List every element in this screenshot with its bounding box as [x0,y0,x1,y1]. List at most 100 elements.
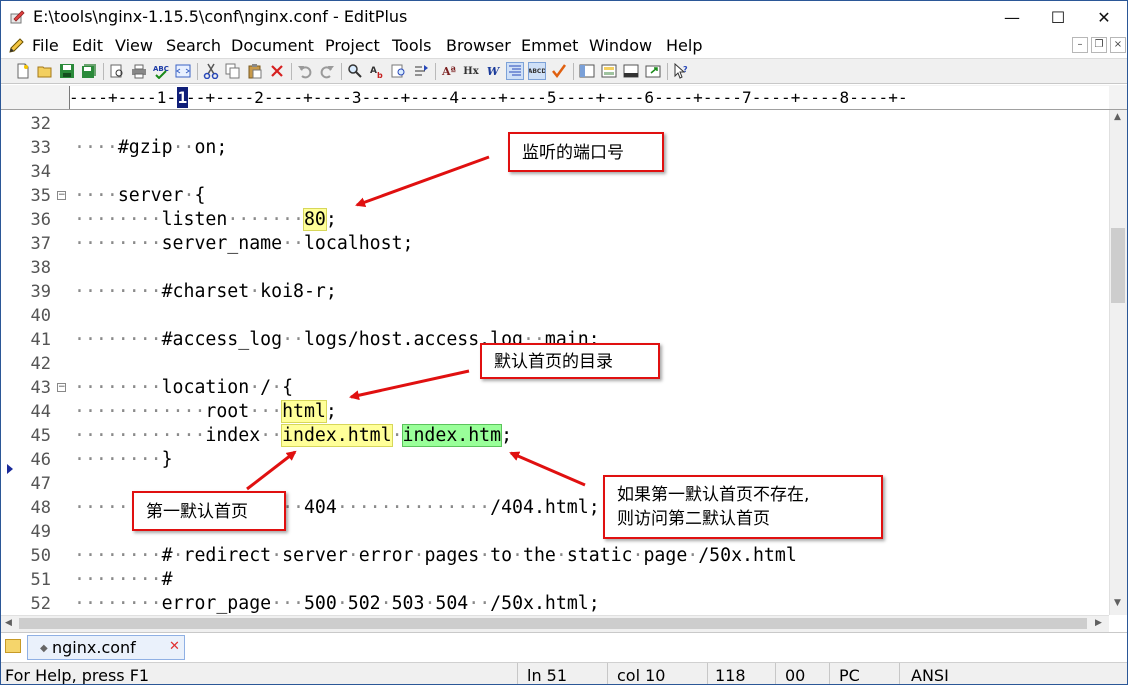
toolbar-separator [435,63,436,80]
cut-icon[interactable] [203,63,219,79]
delete-icon[interactable] [269,63,285,79]
menu-search[interactable]: Search [166,36,221,55]
code-line[interactable]: 43− ········location·/·{ [1,376,1109,400]
folder-icon[interactable] [5,639,21,653]
paste-icon[interactable] [247,63,263,79]
horizontal-scroll-thumb[interactable] [19,618,1087,629]
vertical-scroll-thumb[interactable] [1111,228,1125,303]
new-file-icon[interactable] [15,63,31,79]
fold-toggle-icon[interactable]: − [57,191,66,200]
font-icon[interactable]: Aª [441,63,457,79]
whitespace-marker: · [249,377,261,398]
ruler-toggle-icon[interactable]: ABCD [528,62,546,80]
code-token: koi8-r; [260,281,337,302]
code-line[interactable]: 36 ········listen·······80; [1,208,1109,232]
hex-viewer-icon[interactable]: Hx [463,63,479,79]
print-preview-icon[interactable] [109,63,125,79]
find-icon[interactable] [347,63,363,79]
whitespace-marker: · [271,377,283,398]
whitespace-marker: ········ [74,593,162,614]
fold-toggle-icon[interactable]: − [57,383,66,392]
line-number: 32 [30,114,51,134]
directory-window-icon[interactable] [601,63,617,79]
mdi-restore-icon[interactable]: ❐ [1091,37,1107,53]
code-token: page [643,545,688,566]
menu-emmet[interactable]: Emmet [521,36,578,55]
whitespace-marker: · [271,545,283,566]
save-icon[interactable] [59,63,75,79]
code-line[interactable]: 40 [1,304,1109,328]
tab-nginx-conf[interactable]: ◆ nginx.conf ✕ [27,635,185,660]
print-icon[interactable] [131,63,147,79]
line-number-icon[interactable] [506,62,524,80]
line-number: 47 [30,474,51,494]
menu-tools[interactable]: Tools [392,36,431,55]
tab-close-icon[interactable]: ✕ [169,639,180,654]
line-code: ····server·{ [74,184,205,208]
maximize-button[interactable]: ☐ [1035,1,1081,33]
check-icon[interactable] [551,63,567,79]
toolbar-separator [341,63,342,80]
whitespace-marker: ·· [260,425,283,446]
menu-file[interactable]: File [32,36,59,55]
fullscreen-icon[interactable] [645,63,661,79]
line-code: ········location·/·{ [74,376,293,400]
menu-browser[interactable]: Browser [446,36,511,55]
find-in-files-icon[interactable] [391,63,407,79]
close-button[interactable]: ✕ [1081,1,1127,33]
menu-window[interactable]: Window [589,36,652,55]
svg-text:?: ? [683,65,688,74]
code-token: 504 [435,593,469,614]
editplus-app-icon [10,10,25,24]
code-token: # [161,545,173,566]
code-token: redirect [183,545,272,566]
replace-icon[interactable]: Ab [369,63,385,79]
menu-view[interactable]: View [115,36,153,55]
mdi-close-icon[interactable]: × [1110,37,1126,53]
scroll-left-icon[interactable]: ◀ [5,618,12,628]
code-token: ; [325,209,337,230]
goto-line-icon[interactable] [413,63,429,79]
code-line[interactable]: 45 ············index··index.html·index.ht… [1,424,1109,448]
whitespace-marker: · [249,281,261,302]
file-diamond-icon: ◆ [40,643,48,654]
cliptext-window-icon[interactable] [579,63,595,79]
spell-check-icon[interactable]: ABC [153,63,169,79]
code-line[interactable]: 44 ············root···html; [1,400,1109,424]
context-help-icon[interactable]: ? [673,63,689,79]
redo-icon[interactable] [319,63,335,79]
code-line[interactable]: 39 ········#charset·koi8-r; [1,280,1109,304]
callout-second-index-line2: 则访问第二默认首页 [617,509,770,529]
open-file-icon[interactable] [37,63,53,79]
code-line[interactable]: 37 ········server_name··localhost; [1,232,1109,256]
menu-document[interactable]: Document [231,36,314,55]
browser-view-icon[interactable] [175,63,191,79]
menu-edit[interactable]: Edit [72,36,103,55]
save-all-icon[interactable] [81,63,97,79]
mdi-minimize-icon[interactable]: – [1072,37,1088,53]
title-bar[interactable]: E:\tools\nginx-1.15.5\conf\nginx.conf - … [1,1,1127,33]
status-separator [607,663,608,684]
menu-help[interactable]: Help [666,36,702,55]
code-line[interactable]: 50 ········#·redirect·server·error·pages·… [1,544,1109,568]
code-line[interactable]: 38 [1,256,1109,280]
minimize-button[interactable]: — [989,1,1035,33]
callout-second-index: 如果第一默认首页不存在, 则访问第二默认首页 [603,475,883,539]
status-bar: For Help, press F1 ln 51 col 10 118 00 P… [1,662,1127,684]
code-token: to [490,545,513,566]
vertical-scrollbar[interactable]: ▲ ▼ [1109,110,1127,615]
line-number: 51 [30,570,51,590]
whitespace-marker: ········ [74,449,162,470]
scroll-down-icon[interactable]: ▼ [1114,598,1121,608]
copy-icon[interactable] [225,63,241,79]
code-line[interactable]: 51 ········# [1,568,1109,592]
output-window-icon[interactable] [623,63,639,79]
scroll-right-icon[interactable]: ▶ [1095,618,1102,628]
menu-project[interactable]: Project [325,36,380,55]
code-line[interactable]: 52 ········error_page···500·502·503·504··… [1,592,1109,615]
code-line[interactable]: 35− ····server·{ [1,184,1109,208]
scroll-up-icon[interactable]: ▲ [1114,112,1121,122]
undo-icon[interactable] [297,63,313,79]
code-line[interactable]: 46 ········} [1,448,1109,472]
word-wrap-icon[interactable]: W [485,63,501,79]
